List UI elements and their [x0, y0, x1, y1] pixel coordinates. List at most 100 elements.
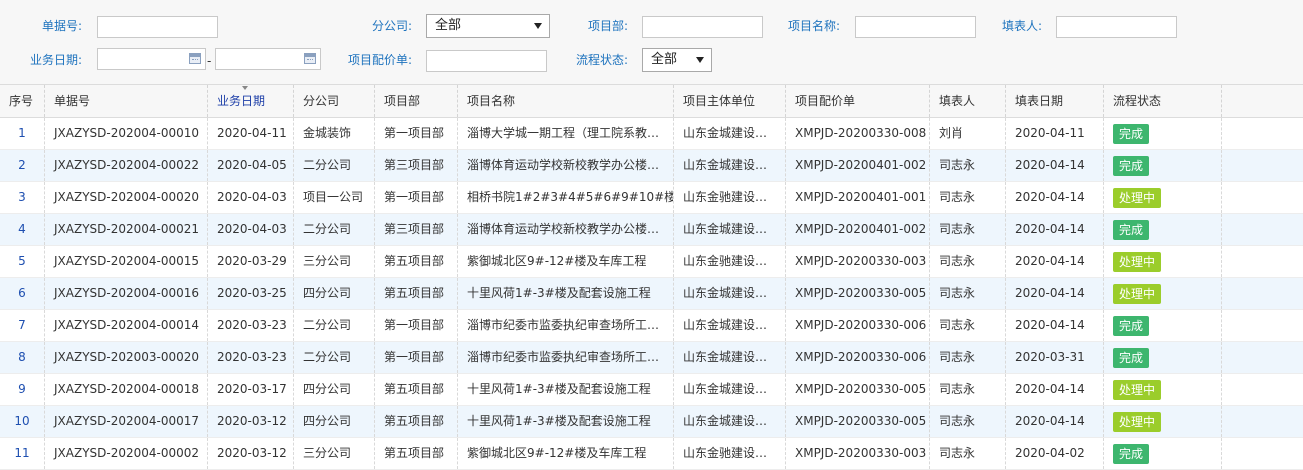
col-header-project-name[interactable]: 项目名称 — [458, 85, 674, 117]
col-header-label: 单据号 — [54, 94, 91, 108]
cell-index[interactable]: 4 — [0, 214, 45, 245]
cell-project-unit: 山东金驰建设… — [674, 438, 786, 469]
cell-status: 完成 — [1104, 438, 1222, 469]
branch-select[interactable]: 全部 — [426, 14, 550, 38]
cell-doc-no: JXAZYSD-202004-00017 — [45, 406, 208, 437]
col-header-index[interactable]: 序号 — [0, 85, 45, 117]
cell-fill-date: 2020-04-14 — [1006, 182, 1104, 213]
table-row[interactable]: 2 JXAZYSD-202004-00022 2020-04-05 二分公司 第三项目部… — [0, 150, 1303, 182]
cell-pricing-no: XMPJD-20200330-005 — [786, 406, 930, 437]
table-row[interactable]: 8 JXAZYSD-202003-00020 2020-03-23 二分公司 第一项目部… — [0, 342, 1303, 374]
cell-doc-no: JXAZYSD-202004-00016 — [45, 278, 208, 309]
cell-project-unit: 山东金驰建设… — [674, 246, 786, 277]
cell-project-unit: 山东金驰建设… — [674, 182, 786, 213]
cell-dept: 第三项目部 — [375, 150, 458, 181]
table-row[interactable]: 11 JXAZYSD-202004-00002 2020-03-12 三分公司 第五项目… — [0, 438, 1303, 470]
cell-pricing-no: XMPJD-20200330-003 — [786, 246, 930, 277]
cell-project-name: 淄博大学城一期工程（理工院系教… — [458, 118, 674, 149]
col-header-label: 序号 — [9, 94, 34, 108]
cell-index[interactable]: 7 — [0, 310, 45, 341]
cell-status: 处理中 — [1104, 374, 1222, 405]
filler-input[interactable] — [1056, 16, 1177, 38]
cell-index[interactable]: 2 — [0, 150, 45, 181]
project-name-input[interactable] — [855, 16, 976, 38]
table-row[interactable]: 7 JXAZYSD-202004-00014 2020-03-23 二分公司 第一项目部… — [0, 310, 1303, 342]
cell-filler: 司志永 — [930, 278, 1006, 309]
cell-filler: 司志永 — [930, 150, 1006, 181]
cell-pricing-no: XMPJD-20200330-006 — [786, 342, 930, 373]
col-header-status[interactable]: 流程状态 — [1104, 85, 1222, 117]
status-badge: 完成 — [1113, 155, 1150, 176]
col-header-dept[interactable]: 项目部 — [375, 85, 458, 117]
cell-pricing-no: XMPJD-20200401-002 — [786, 214, 930, 245]
status-badge: 处理中 — [1113, 187, 1162, 208]
cell-branch: 二分公司 — [294, 150, 375, 181]
cell-project-name: 淄博体育运动学校新校教学办公楼… — [458, 214, 674, 245]
table-row[interactable]: 9 JXAZYSD-202004-00018 2020-03-17 四分公司 第五项目部… — [0, 374, 1303, 406]
cell-index[interactable]: 6 — [0, 278, 45, 309]
cell-filler: 司志永 — [930, 246, 1006, 277]
cell-filler: 司志永 — [930, 310, 1006, 341]
status-select[interactable]: 全部 — [642, 48, 712, 72]
cell-status: 处理中 — [1104, 246, 1222, 277]
table-row[interactable]: 10 JXAZYSD-202004-00017 2020-03-12 四分公司 第五项目… — [0, 406, 1303, 438]
pricing-label: 项目配价单: — [347, 53, 412, 67]
col-header-label: 流程状态 — [1113, 94, 1162, 108]
col-header-fill-date[interactable]: 填表日期 — [1006, 85, 1104, 117]
pricing-input[interactable] — [426, 50, 547, 72]
cell-fill-date: 2020-04-14 — [1006, 214, 1104, 245]
cell-biz-date: 2020-04-03 — [208, 182, 294, 213]
table-row[interactable]: 3 JXAZYSD-202004-00020 2020-04-03 项目一公司 第一项目… — [0, 182, 1303, 214]
table-row[interactable]: 6 JXAZYSD-202004-00016 2020-03-25 四分公司 第五项目部… — [0, 278, 1303, 310]
table-row[interactable]: 4 JXAZYSD-202004-00021 2020-04-03 二分公司 第三项目部… — [0, 214, 1303, 246]
col-header-project-unit[interactable]: 项目主体单位 — [674, 85, 786, 117]
cell-index[interactable]: 1 — [0, 118, 45, 149]
col-header-label: 项目配价单 — [795, 94, 856, 108]
cell-index[interactable]: 8 — [0, 342, 45, 373]
cell-filler: 司志永 — [930, 374, 1006, 405]
status-badge: 处理中 — [1113, 283, 1162, 304]
status-select-value: 全部 — [651, 52, 678, 67]
cell-project-name: 相桥书院1#2#3#4#5#6#9#10#楼、… — [458, 182, 674, 213]
col-header-branch[interactable]: 分公司 — [294, 85, 375, 117]
cell-filler: 司志永 — [930, 406, 1006, 437]
cell-project-name: 紫御城北区9#-12#楼及车库工程 — [458, 438, 674, 469]
cell-pricing-no: XMPJD-20200330-006 — [786, 310, 930, 341]
cell-fill-date: 2020-04-02 — [1006, 438, 1104, 469]
cell-fill-date: 2020-03-31 — [1006, 342, 1104, 373]
cell-status: 处理中 — [1104, 182, 1222, 213]
calendar-icon[interactable] — [189, 53, 201, 64]
cell-project-unit: 山东金城建设… — [674, 150, 786, 181]
cell-project-name: 淄博市纪委市监委执纪审查场所工… — [458, 310, 674, 341]
cell-index[interactable]: 10 — [0, 406, 45, 437]
cell-branch: 二分公司 — [294, 310, 375, 341]
calendar-icon[interactable] — [304, 53, 316, 64]
cell-project-name: 淄博体育运动学校新校教学办公楼… — [458, 150, 674, 181]
col-header-biz-date[interactable]: 业务日期 — [208, 85, 294, 117]
cell-biz-date: 2020-03-12 — [208, 438, 294, 469]
cell-biz-date: 2020-03-17 — [208, 374, 294, 405]
biz-date-label: 业务日期: — [29, 53, 82, 67]
col-header-filler[interactable]: 填表人 — [930, 85, 1006, 117]
cell-dept: 第一项目部 — [375, 310, 458, 341]
status-badge: 处理中 — [1113, 411, 1162, 432]
cell-index[interactable]: 11 — [0, 438, 45, 469]
cell-fill-date: 2020-04-14 — [1006, 310, 1104, 341]
cell-pricing-no: XMPJD-20200330-005 — [786, 374, 930, 405]
table-row[interactable]: 1 JXAZYSD-202004-00010 2020-04-11 金城装饰 第一项目部… — [0, 118, 1303, 150]
cell-status: 完成 — [1104, 150, 1222, 181]
biz-date-start-input[interactable] — [97, 48, 206, 70]
doc-no-input[interactable] — [97, 16, 218, 38]
col-header-label: 项目名称 — [467, 94, 516, 108]
col-header-pricing-no[interactable]: 项目配价单 — [786, 85, 930, 117]
col-header-doc-no[interactable]: 单据号 — [45, 85, 208, 117]
cell-index[interactable]: 5 — [0, 246, 45, 277]
dept-input[interactable] — [642, 16, 763, 38]
cell-doc-no: JXAZYSD-202004-00015 — [45, 246, 208, 277]
cell-index[interactable]: 3 — [0, 182, 45, 213]
cell-index[interactable]: 9 — [0, 374, 45, 405]
table-row[interactable]: 5 JXAZYSD-202004-00015 2020-03-29 三分公司 第五项目部… — [0, 246, 1303, 278]
cell-dept: 第五项目部 — [375, 278, 458, 309]
cell-project-unit: 山东金城建设… — [674, 342, 786, 373]
biz-date-end-input[interactable] — [215, 48, 321, 70]
